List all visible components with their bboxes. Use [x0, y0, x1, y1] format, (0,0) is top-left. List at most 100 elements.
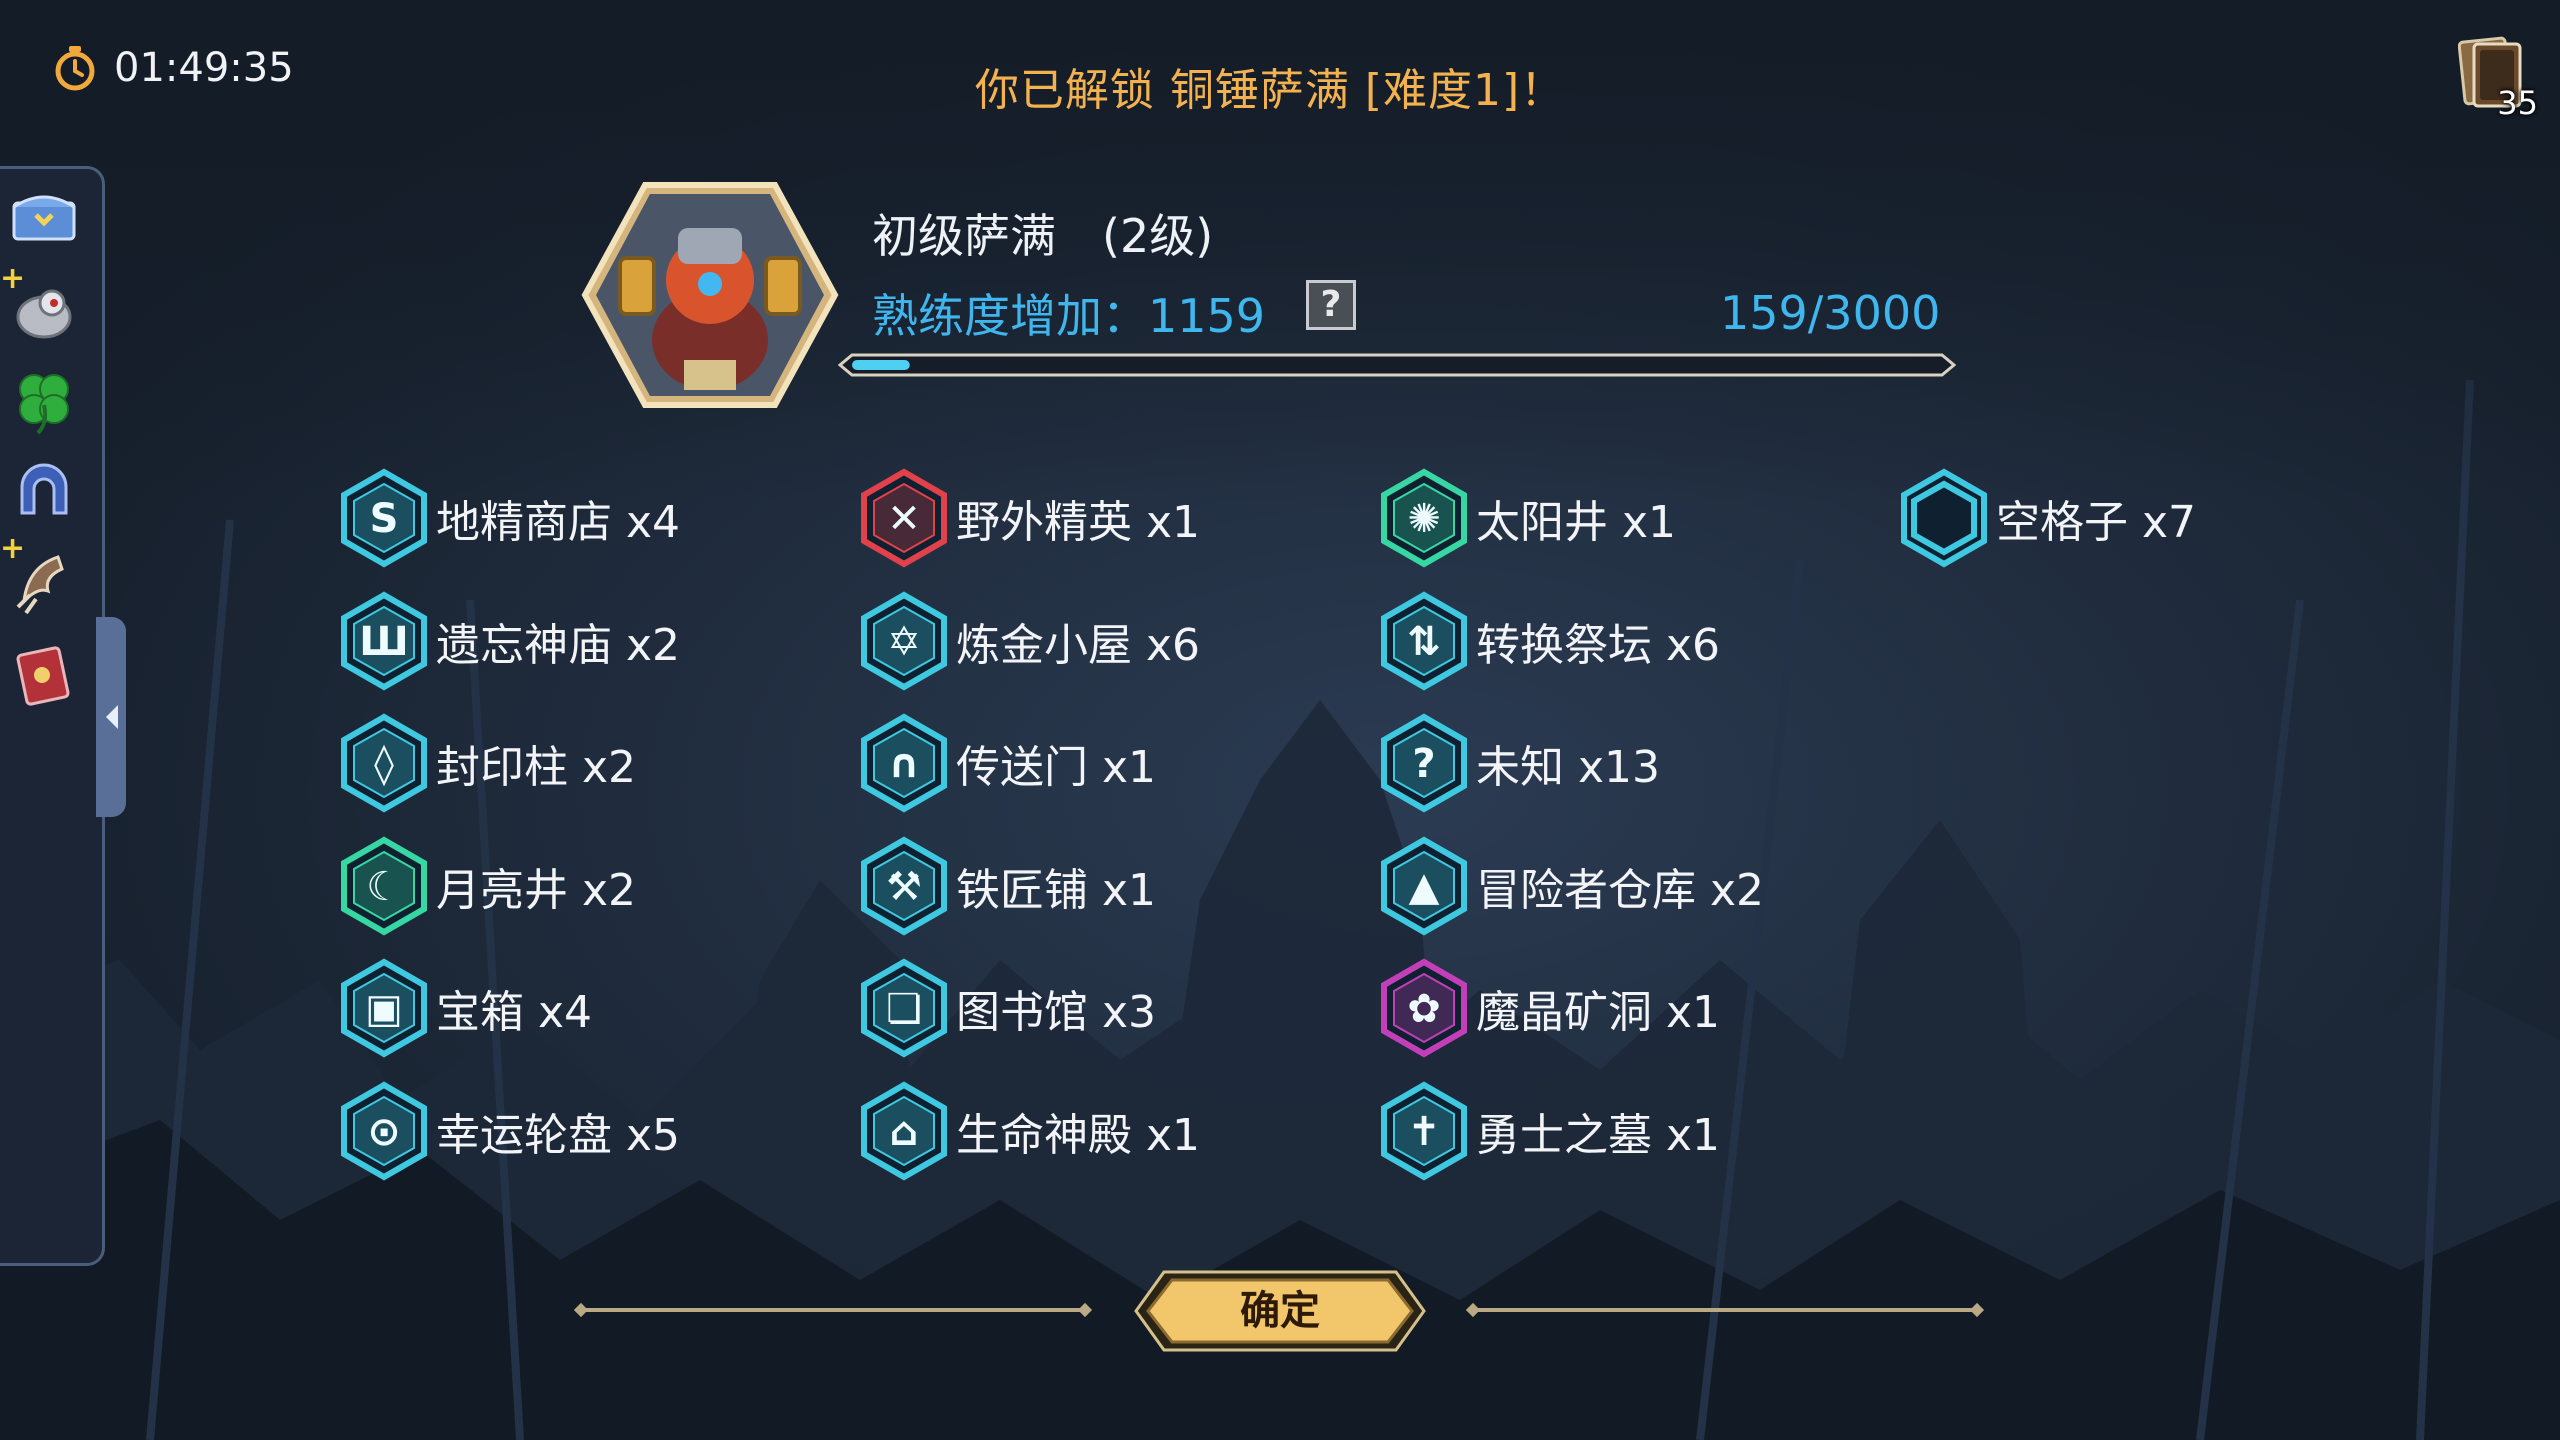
sidebar-item-claw[interactable]: [8, 547, 80, 619]
four-leaf-clover-icon: [19, 374, 69, 435]
svg-text:▲: ▲: [1409, 864, 1440, 910]
sidebar-item-spellbook[interactable]: [8, 639, 80, 711]
reward-item-label: 未知 x13: [1476, 742, 1661, 794]
field-elite-icon: ✕: [861, 468, 947, 568]
deck-count: 35: [2497, 84, 2538, 122]
reward-item-label: 太阳井 x1: [1476, 497, 1677, 548]
reward-item-label: 铁匠铺 x1: [956, 864, 1157, 916]
card-deck-button[interactable]: 35: [2457, 36, 2538, 122]
reward-item-label: 空格子 x7: [1996, 497, 2197, 548]
seal-pillar-icon: ◊: [341, 713, 427, 813]
life-shrine-icon: ⌂: [861, 1081, 947, 1181]
reward-item: ✝ 勇士之墓 x1: [1376, 1081, 1720, 1181]
library-icon: ❏: [861, 958, 947, 1058]
proficiency-value: 159/3000: [1720, 286, 1941, 340]
reward-item-label: 封印柱 x2: [436, 742, 637, 794]
warrior-tomb-icon: ✝: [1381, 1081, 1467, 1181]
reward-item-label: 遗忘神庙 x2: [436, 619, 681, 671]
claw-icon: [16, 555, 64, 615]
reward-item: ✿ 魔晶矿洞 x1: [1376, 958, 1720, 1058]
proficiency-progress-bar: [838, 353, 1956, 377]
svg-text:∩: ∩: [888, 741, 920, 787]
proficiency-progress-fill: [852, 360, 910, 370]
help-button[interactable]: ?: [1306, 280, 1356, 330]
sidebar-item-robot-pet[interactable]: [8, 273, 80, 345]
sidebar-item-treasure-chest[interactable]: [8, 181, 80, 253]
conversion-altar-icon: ⇅: [1381, 591, 1467, 691]
robot-pet-icon: [16, 289, 72, 339]
reward-item-label: 炼金小屋 x6: [956, 619, 1201, 671]
reward-item: ✡ 炼金小屋 x6: [856, 591, 1200, 691]
reward-item-label: 转换祭坛 x6: [1476, 619, 1721, 671]
reward-item: ⇅ 转换祭坛 x6: [1376, 591, 1720, 691]
proficiency-gain-label: 熟练度增加：1159: [872, 289, 1266, 343]
reward-item: ✺ 太阳井 x1: [1376, 468, 1676, 568]
reward-item: ▣ 宝箱 x4: [336, 958, 592, 1058]
svg-text:Ш: Ш: [359, 619, 408, 665]
hero-name: 初级萨满 (2级): [872, 209, 1214, 263]
reward-item: ▲ 冒险者仓库 x2: [1376, 836, 1764, 936]
reward-item-label: 宝箱 x4: [436, 987, 593, 1039]
lucky-wheel-icon: ⊙: [341, 1081, 427, 1181]
spellbook-icon: [16, 646, 70, 706]
svg-text:⚒: ⚒: [886, 864, 922, 910]
svg-text:S: S: [370, 496, 399, 542]
reward-item: 空格子 x7: [1896, 468, 2196, 568]
sun-well-icon: ✺: [1381, 468, 1467, 568]
goblin-shop-icon: S: [341, 468, 427, 568]
svg-text:✿: ✿: [1407, 986, 1441, 1032]
treasure-chest-icon: [12, 195, 76, 241]
adventurer-warehouse-icon: ▲: [1381, 836, 1467, 936]
reward-item: S 地精商店 x4: [336, 468, 680, 568]
reward-item-label: 传送门 x1: [956, 742, 1157, 794]
reward-item-label: 勇士之墓 x1: [1476, 1110, 1721, 1161]
reward-item: ⊙ 幸运轮盘 x5: [336, 1081, 680, 1181]
hero-portrait: [581, 182, 839, 408]
treasure-box-icon: ▣: [341, 958, 427, 1058]
svg-text:⌂: ⌂: [890, 1109, 919, 1155]
svg-text:✕: ✕: [887, 496, 921, 542]
reward-item: ❏ 图书馆 x3: [856, 958, 1156, 1058]
portal-icon: ∩: [861, 713, 947, 813]
chevron-left-icon: [106, 705, 118, 729]
svg-text:❏: ❏: [886, 986, 922, 1032]
svg-text:◊: ◊: [374, 741, 394, 787]
forgotten-temple-icon: Ш: [341, 591, 427, 691]
confirm-button-label: 确定: [1240, 1288, 1320, 1334]
moon-well-icon: ☾: [341, 836, 427, 936]
unlock-banner: 你已解锁 铜锤萨满 [难度1]！: [974, 65, 1566, 116]
reward-item-label: 地精商店 x4: [436, 497, 681, 548]
right-divider-line: [1466, 1302, 1985, 1318]
svg-text:▣: ▣: [365, 986, 403, 1032]
left-divider-line: [574, 1302, 1093, 1318]
sidebar-collapse-tab[interactable]: [96, 617, 126, 817]
reward-item-label: 冒险者仓库 x2: [1476, 864, 1765, 916]
left-sidebar: + +: [0, 166, 126, 1266]
svg-text:✝: ✝: [1407, 1109, 1441, 1155]
empty-hexagon-icon: [1901, 468, 1987, 568]
reward-item-label: 幸运轮盘 x5: [436, 1110, 681, 1161]
svg-text:⊙: ⊙: [367, 1109, 401, 1155]
alchemy-hut-icon: ✡: [861, 591, 947, 691]
horseshoe-magnet-icon: [20, 463, 68, 515]
svg-text:⇅: ⇅: [1407, 619, 1441, 665]
reward-item-label: 生命神殿 x1: [956, 1110, 1201, 1161]
reward-item: Ш 遗忘神庙 x2: [336, 591, 680, 691]
reward-item: ◊ 封印柱 x2: [336, 713, 636, 813]
svg-text:✡: ✡: [887, 619, 921, 665]
svg-text:☾: ☾: [366, 864, 402, 910]
reward-item-label: 图书馆 x3: [956, 987, 1157, 1039]
reward-item: ⌂ 生命神殿 x1: [856, 1081, 1200, 1181]
unknown-question-icon: ?: [1381, 713, 1467, 813]
reward-item-label: 野外精英 x1: [956, 497, 1201, 548]
magic-crystal-mine-icon: ✿: [1381, 958, 1467, 1058]
reward-item: ? 未知 x13: [1376, 713, 1660, 813]
confirm-button[interactable]: 确定: [1134, 1268, 1426, 1354]
sidebar-item-clover[interactable]: [8, 365, 80, 437]
reward-item-label: 月亮井 x2: [436, 864, 637, 916]
reward-item: ✕ 野外精英 x1: [856, 468, 1200, 568]
blacksmith-icon: ⚒: [861, 836, 947, 936]
sidebar-item-magnet[interactable]: [8, 457, 80, 529]
svg-text:?: ?: [1412, 741, 1435, 787]
reward-item: ☾ 月亮井 x2: [336, 836, 636, 936]
